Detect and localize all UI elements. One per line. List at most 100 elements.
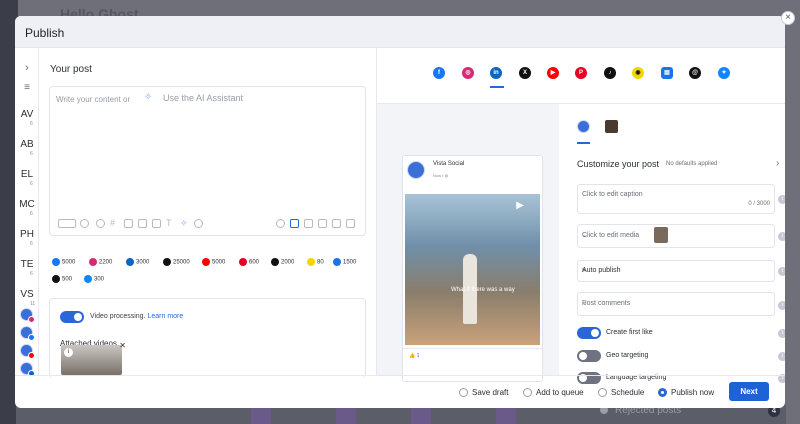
hashtag-icon[interactable]: #	[110, 219, 119, 228]
caption-field[interactable]: Click to edit caption 0 / 3000	[577, 184, 775, 214]
info-icon[interactable]: i	[64, 348, 73, 357]
sidebar-item-label: TE	[20, 259, 34, 270]
info-icon[interactable]: i	[778, 352, 785, 361]
count-google: 1500	[333, 258, 356, 266]
likes-count: 👍 1	[409, 353, 420, 359]
emoji-icon[interactable]	[96, 219, 105, 228]
chevron-down-icon[interactable]	[80, 219, 89, 228]
video-icon[interactable]	[290, 219, 299, 228]
sidebar-item-ph[interactable]: PH 6	[15, 229, 39, 247]
editor-placeholder: Write your content or	[56, 95, 131, 104]
sidebar-item-count: 6	[30, 211, 33, 217]
sidebar-item-label: EL	[20, 169, 34, 180]
learn-more-link[interactable]: Learn more	[147, 313, 183, 320]
camera-icon[interactable]	[304, 219, 313, 228]
sidebar-item-ab[interactable]: AB 6	[15, 139, 39, 157]
mic-icon[interactable]	[58, 219, 76, 228]
profile-avatar-youtube[interactable]	[20, 344, 35, 359]
chevron-right-icon[interactable]: ›	[776, 158, 779, 169]
video-processing-label: Video processing. Learn more	[90, 313, 184, 320]
post-comments-field[interactable]: Post comments ⌄	[577, 292, 775, 316]
link-icon[interactable]	[276, 219, 285, 228]
schedule-radio[interactable]	[598, 388, 607, 397]
info-icon[interactable]: i	[778, 232, 785, 241]
info-icon[interactable]: i	[778, 329, 785, 338]
text-icon[interactable]: T	[166, 219, 175, 228]
gif-icon[interactable]	[318, 219, 327, 228]
publish-now-label[interactable]: Publish now	[671, 388, 714, 397]
instagram-icon[interactable]: ◎	[462, 67, 474, 79]
at-icon[interactable]	[152, 219, 161, 228]
sidebar-item-count: 6	[30, 121, 33, 127]
sidebar-item-count: 6	[30, 271, 33, 277]
avatar	[407, 161, 425, 179]
sidebar-item-label: AB	[20, 139, 34, 150]
sidebar-item-el[interactable]: EL 6	[15, 169, 39, 187]
publish-now-radio[interactable]	[658, 388, 667, 397]
add-to-queue-radio[interactable]	[523, 388, 532, 397]
caption-counter: 0 / 3000	[748, 201, 770, 207]
snapchat-icon[interactable]: ◉	[632, 67, 644, 79]
preview-video[interactable]: ▶ What if there was a way	[405, 194, 540, 345]
attached-video-thumbnail[interactable]: i ✕	[61, 341, 126, 375]
save-draft-radio[interactable]	[459, 388, 468, 397]
ai-assistant-link[interactable]: Use the AI Assistant	[163, 93, 243, 103]
sparkle-icon: ✧	[144, 92, 153, 103]
info-icon[interactable]: i	[778, 195, 785, 204]
video-processing-toggle[interactable]	[60, 311, 84, 323]
filter-icon[interactable]: ≡	[15, 82, 39, 93]
sidebar-item-mc[interactable]: MC 6	[15, 199, 39, 217]
profile-tab-photo[interactable]	[605, 120, 618, 133]
publish-mode-select[interactable]: Auto publish ▾	[577, 260, 775, 282]
chevron-down-icon: ⌄	[582, 300, 588, 307]
count-facebook: 5000	[52, 258, 75, 266]
pinterest-icon[interactable]: P	[575, 67, 587, 79]
next-button[interactable]: Next	[729, 382, 769, 401]
circle-icon[interactable]	[194, 219, 203, 228]
caret-down-icon: ▾	[582, 267, 586, 274]
info-icon[interactable]: i	[778, 301, 785, 310]
chevron-down-icon: ⌄	[582, 232, 588, 239]
post-content-editor[interactable]: Write your content or ✧ Use the AI Assis…	[49, 86, 366, 236]
create-first-like-toggle[interactable]	[577, 327, 601, 339]
count-tiktok: 2000	[271, 258, 294, 266]
sidebar-item-count: 11	[30, 301, 36, 307]
linkedin-icon[interactable]: in	[490, 67, 502, 79]
x-icon[interactable]: X	[519, 67, 531, 79]
sidebar-item-vs[interactable]: VS 11	[15, 289, 39, 307]
account-name: Vista Social	[433, 161, 465, 167]
google-business-icon[interactable]: ▤	[661, 67, 673, 79]
sidebar-item-av[interactable]: AV 6	[15, 109, 39, 127]
info-icon[interactable]: i	[778, 267, 785, 276]
profile-avatar-linkedin[interactable]	[20, 362, 35, 377]
profile-tab-vista-social[interactable]	[577, 120, 590, 133]
expand-sidebar-icon[interactable]: ›	[15, 62, 39, 74]
youtube-icon[interactable]: ▶	[547, 67, 559, 79]
remove-video-icon[interactable]: ✕	[119, 341, 126, 350]
variable-icon[interactable]	[124, 219, 133, 228]
geo-targeting-toggle[interactable]	[577, 350, 601, 362]
threads-icon[interactable]: @	[689, 67, 701, 79]
image-icon[interactable]	[332, 219, 341, 228]
sidebar-item-te[interactable]: TE 6	[15, 259, 39, 277]
save-draft-label[interactable]: Save draft	[472, 388, 508, 397]
preview-panel: f ◎ in X ▶ P ♪ ◉ ▤ @ ✦ Vista Social Now …	[377, 48, 785, 384]
count-bluesky: 300	[84, 275, 104, 283]
your-post-heading: Your post	[50, 64, 92, 75]
add-to-queue-label[interactable]: Add to queue	[536, 388, 584, 397]
profile-avatar-instagram[interactable]	[20, 308, 35, 323]
sidebar-item-label: VS	[20, 289, 34, 300]
schedule-label[interactable]: Schedule	[611, 388, 644, 397]
profile-avatar-facebook[interactable]	[20, 326, 35, 341]
media-field[interactable]: Click to edit media ⌄	[577, 224, 775, 248]
document-icon[interactable]	[346, 219, 355, 228]
geo-targeting-label: Geo targeting	[606, 352, 649, 359]
sidebar-item-label: AV	[20, 109, 34, 120]
braces-icon[interactable]	[138, 219, 147, 228]
tiktok-icon[interactable]: ♪	[604, 67, 616, 79]
ai-sparkle-icon[interactable]: ✧	[180, 219, 189, 228]
bluesky-icon[interactable]: ✦	[718, 67, 730, 79]
close-icon[interactable]: ×	[781, 11, 795, 25]
play-icon[interactable]: ▶	[516, 200, 524, 211]
facebook-icon[interactable]: f	[433, 67, 445, 79]
